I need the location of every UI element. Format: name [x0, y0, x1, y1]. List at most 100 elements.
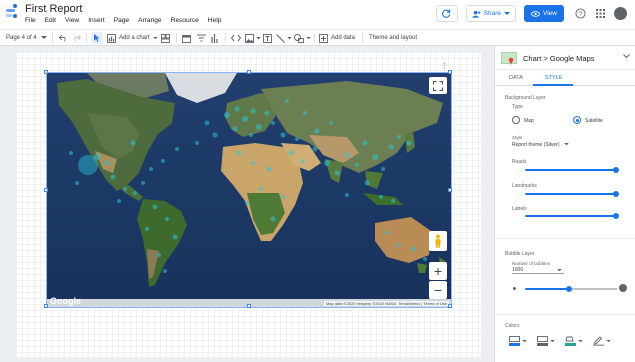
help-button[interactable]: ? — [574, 8, 586, 20]
toolbar-divider — [86, 33, 87, 43]
style-select[interactable]: Report theme (Silver) — [512, 142, 569, 148]
number-of-bubbles-value: 1000 — [512, 267, 524, 273]
chevron-down-icon — [606, 339, 611, 342]
menu-edit[interactable]: Edit — [45, 17, 56, 24]
view-button[interactable]: View — [524, 5, 564, 22]
bubble-size-slider[interactable] — [525, 288, 567, 290]
panel-title: Chart > Google Maps — [523, 54, 595, 63]
redo-button[interactable] — [72, 32, 81, 44]
toolbar-divider — [176, 33, 177, 43]
refresh-button[interactable] — [435, 5, 458, 22]
add-data-button[interactable]: Add data — [319, 32, 355, 44]
resize-handle[interactable] — [44, 304, 48, 308]
chevron-down-icon — [306, 36, 311, 39]
theme-and-layout-button[interactable]: Theme and layout — [369, 32, 417, 44]
filter-icon — [197, 34, 206, 42]
resize-handle[interactable] — [448, 304, 452, 308]
chevron-down-icon — [40, 36, 47, 39]
type-map-radio[interactable] — [512, 116, 520, 124]
street-view-pegman[interactable] — [429, 231, 447, 251]
text-box-button[interactable] — [263, 32, 272, 44]
embed-url-button[interactable] — [231, 32, 241, 44]
date-range-button[interactable] — [182, 32, 191, 44]
bubble-size-small-icon — [513, 287, 516, 290]
resize-handle[interactable] — [44, 188, 48, 192]
section-divider — [495, 314, 635, 315]
community-viz-icon — [161, 33, 170, 43]
panel-header: Chart > Google Maps — [495, 46, 635, 70]
chart-more-options-icon[interactable]: ⋮ — [441, 62, 448, 70]
menu-page[interactable]: Page — [114, 17, 129, 24]
fullscreen-button[interactable] — [429, 77, 447, 94]
share-button[interactable]: Share — [465, 5, 517, 22]
google-logo: Google — [50, 296, 81, 306]
landmarks-label: Landmarks — [512, 183, 537, 189]
text-box-icon — [263, 33, 272, 43]
pegman-icon — [435, 234, 441, 248]
community-visualizations-button[interactable] — [161, 32, 170, 44]
editor-toolbar: Page 4 of 4 Add a chart Add data Theme a… — [0, 29, 635, 46]
landmarks-slider-thumb[interactable] — [613, 191, 619, 197]
menu-help[interactable]: Help — [208, 17, 222, 24]
landmarks-slider[interactable] — [525, 193, 615, 195]
resize-handle[interactable] — [247, 70, 251, 74]
header-actions: Share View ? — [435, 5, 627, 22]
add-person-icon — [471, 10, 481, 18]
menu-resource[interactable]: Resource — [171, 17, 199, 24]
image-button[interactable] — [245, 32, 261, 44]
resize-handle[interactable] — [448, 70, 452, 74]
resize-handle[interactable] — [247, 304, 251, 308]
data-studio-logo-icon — [6, 4, 17, 18]
select-tool-button[interactable] — [91, 32, 103, 44]
shape-button[interactable] — [294, 32, 311, 44]
map-attribution[interactable]: Map data ©2020 Imagery ©2020 NASA, Terra… — [323, 301, 449, 306]
menu-view[interactable]: View — [65, 17, 79, 24]
line-color-picker[interactable] — [593, 336, 611, 346]
paint-bucket-icon — [565, 336, 576, 346]
background-color-picker[interactable] — [565, 336, 583, 346]
toolbar-divider — [52, 33, 53, 43]
roads-slider-thumb[interactable] — [613, 167, 619, 173]
user-avatar[interactable] — [614, 7, 627, 20]
add-chart-button[interactable]: Add a chart — [107, 32, 158, 44]
toolbar-divider — [362, 33, 363, 43]
google-maps-chart[interactable]: + − Google Map data ©2020 Imagery ©2020 … — [44, 70, 452, 308]
apps-button[interactable] — [594, 8, 606, 20]
satellite-map[interactable]: + − Google Map data ©2020 Imagery ©2020 … — [47, 73, 451, 307]
zoom-out-button[interactable]: − — [429, 281, 447, 299]
bubble-size-slider-thumb[interactable] — [566, 286, 572, 292]
number-of-bubbles-select[interactable]: 1000 — [512, 267, 564, 274]
code-icon — [231, 34, 241, 42]
zoom-in-button[interactable]: + — [429, 262, 447, 280]
add-data-label: Add data — [331, 35, 356, 41]
report-title[interactable]: First Report — [25, 3, 82, 15]
menu-insert[interactable]: Insert — [88, 17, 105, 24]
chevron-down-icon[interactable] — [623, 54, 630, 59]
tab-data[interactable]: DATA — [509, 75, 523, 81]
tab-style[interactable]: STYLE — [545, 75, 562, 81]
type-map-label: Map — [524, 118, 534, 124]
menu-file[interactable]: File — [25, 17, 36, 24]
page-selector[interactable]: Page 4 of 4 — [6, 32, 47, 44]
border-color-picker[interactable] — [537, 336, 555, 346]
cursor-arrow-icon — [94, 34, 100, 42]
image-icon — [245, 33, 254, 43]
chevron-down-icon — [287, 36, 292, 39]
type-satellite-radio[interactable] — [573, 116, 581, 124]
data-control-button[interactable] — [211, 32, 219, 44]
bubble-size-large-icon — [619, 284, 627, 292]
resize-handle[interactable] — [44, 70, 48, 74]
labels-slider-thumb[interactable] — [613, 213, 619, 219]
fill-color-icon — [509, 336, 520, 346]
style-value: Report theme (Silver) — [512, 142, 560, 148]
fill-color-picker[interactable] — [509, 336, 527, 346]
view-label: View — [543, 10, 557, 17]
filter-control-button[interactable] — [197, 32, 206, 44]
roads-slider[interactable] — [525, 169, 615, 171]
labels-slider[interactable] — [525, 215, 615, 217]
menu-arrange[interactable]: Arrange — [138, 17, 161, 24]
resize-handle[interactable] — [448, 188, 452, 192]
redo-icon — [74, 34, 81, 42]
line-button[interactable] — [276, 32, 292, 44]
undo-button[interactable] — [59, 32, 68, 44]
